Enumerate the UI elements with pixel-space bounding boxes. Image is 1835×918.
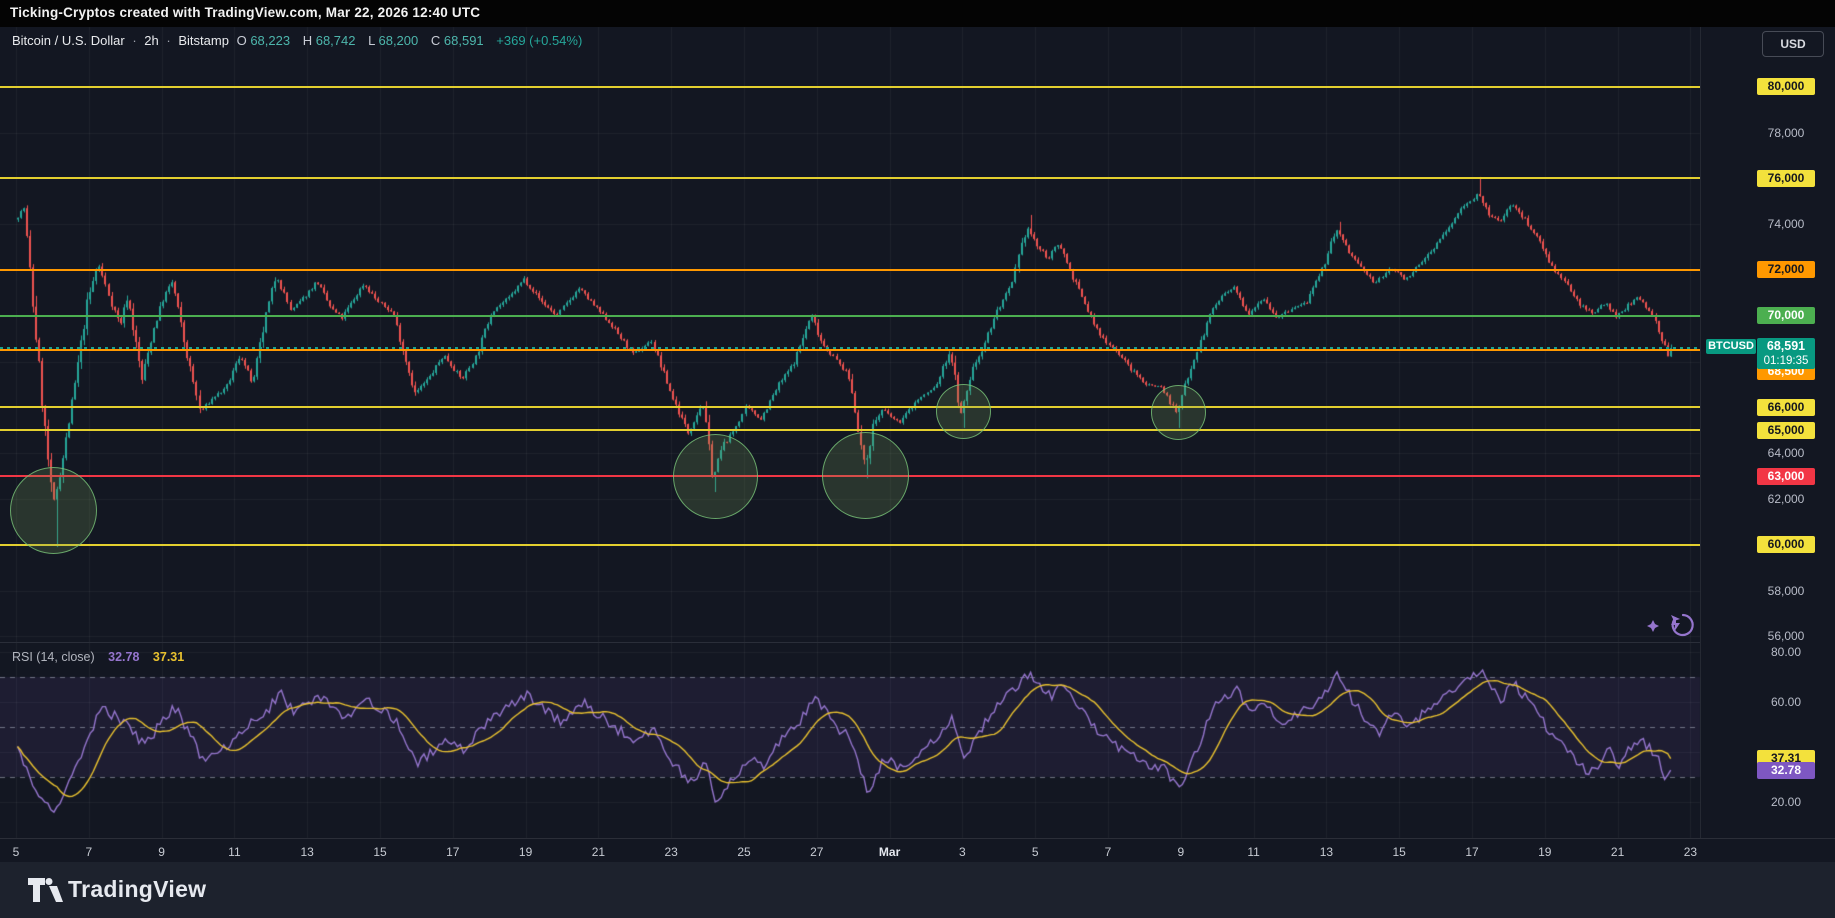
time-axis-label-15[interactable]: 15 [358, 845, 402, 859]
time-axis-label-9[interactable]: 9 [1159, 845, 1203, 859]
time-axis-label-7[interactable]: 7 [1086, 845, 1130, 859]
level-line-76000[interactable] [0, 177, 1700, 179]
level-line-60000[interactable] [0, 544, 1700, 546]
time-axis-label-13[interactable]: 13 [285, 845, 329, 859]
level-line-70000[interactable] [0, 315, 1700, 317]
price-label-63000[interactable]: 63,000 [1757, 468, 1815, 485]
time-axis-label-19[interactable]: 19 [504, 845, 548, 859]
current-price-line[interactable] [0, 347, 1700, 349]
time-axis-label-19[interactable]: 19 [1523, 845, 1567, 859]
low-label: L [368, 33, 375, 48]
price-label-66000[interactable]: 66,000 [1757, 399, 1815, 416]
symbol-legend[interactable]: Bitcoin / U.S. Dollar · 2h · Bitstamp O … [12, 33, 586, 48]
high-label: H [303, 33, 312, 48]
time-axis-label-13[interactable]: 13 [1304, 845, 1348, 859]
high-value: 68,742 [316, 33, 356, 48]
exchange-label: Bitstamp [178, 33, 229, 48]
price-axis-label-74000[interactable]: 74,000 [1757, 216, 1815, 232]
rsi-value-label: 32.78 [1757, 762, 1815, 779]
title-bar: Ticking-Cryptos created with TradingView… [0, 0, 1835, 27]
tradingview-logo-icon[interactable] [27, 877, 63, 903]
open-label: O [237, 33, 247, 48]
price-axis-border[interactable] [1700, 27, 1701, 838]
price-axis-label-62000[interactable]: 62,000 [1757, 491, 1815, 507]
time-axis-label-23[interactable]: 23 [649, 845, 693, 859]
footer-bar: TradingView [0, 862, 1835, 918]
circle-annotation-3[interactable] [822, 432, 909, 519]
price-label-80000[interactable]: 80,000 [1757, 78, 1815, 95]
time-axis-label-15[interactable]: 15 [1377, 845, 1421, 859]
price-axis-label-78000[interactable]: 78,000 [1757, 125, 1815, 141]
time-axis-label-21[interactable]: 21 [1596, 845, 1640, 859]
price-label-60000[interactable]: 60,000 [1757, 536, 1815, 553]
symbol-name[interactable]: Bitcoin / U.S. Dollar [12, 33, 125, 48]
price-axis-label-64000[interactable]: 64,000 [1757, 445, 1815, 461]
candlestick-chart-canvas[interactable] [0, 0, 1835, 918]
circle-annotation-4[interactable] [936, 384, 991, 439]
circle-annotation-5[interactable] [1151, 385, 1206, 440]
current-price-label: 68,591 01:19:35 [1757, 338, 1815, 369]
level-line-68500[interactable] [0, 349, 1700, 351]
rsi-axis-label-60[interactable]: 60.00 [1757, 694, 1815, 710]
circle-annotation-1[interactable] [10, 467, 97, 554]
price-line-symbol-tag: BTCUSD [1706, 339, 1756, 354]
time-axis-label-17[interactable]: 17 [1450, 845, 1494, 859]
change-value: +369 (+0.54%) [496, 33, 582, 48]
watermark-title: Ticking-Cryptos created with TradingView… [10, 5, 480, 20]
level-line-72000[interactable] [0, 269, 1700, 271]
bar-countdown: 01:19:35 [1757, 354, 1815, 368]
pane-separator[interactable] [0, 642, 1700, 643]
rsi-ma-value: 37.31 [153, 650, 184, 664]
auto-refresh-icon[interactable] [1645, 608, 1695, 642]
time-axis-label-3[interactable]: 3 [940, 845, 984, 859]
tradingview-brand-text[interactable]: TradingView [68, 876, 206, 903]
price-label-70000[interactable]: 70,000 [1757, 307, 1815, 324]
close-label: C [431, 33, 440, 48]
interval-label[interactable]: 2h [144, 33, 158, 48]
rsi-axis-label-20[interactable]: 20.00 [1757, 794, 1815, 810]
price-axis-label-56000[interactable]: 56,000 [1757, 628, 1815, 644]
currency-toggle-button[interactable]: USD [1762, 31, 1824, 57]
rsi-legend[interactable]: RSI (14, close) 32.78 37.31 [12, 650, 188, 664]
circle-annotation-2[interactable] [673, 434, 758, 519]
time-axis-label-23[interactable]: 23 [1668, 845, 1712, 859]
time-axis-label-5[interactable]: 5 [0, 845, 38, 859]
rsi-axis-label-80[interactable]: 80.00 [1757, 644, 1815, 660]
time-axis-label-5[interactable]: 5 [1013, 845, 1057, 859]
time-axis-label-7[interactable]: 7 [67, 845, 111, 859]
level-line-80000[interactable] [0, 86, 1700, 88]
time-axis-label-Mar[interactable]: Mar [868, 845, 912, 859]
time-axis-label-17[interactable]: 17 [431, 845, 475, 859]
current-price-value: 68,591 [1757, 338, 1815, 354]
price-label-65000[interactable]: 65,000 [1757, 422, 1815, 439]
level-line-66000[interactable] [0, 406, 1700, 408]
time-axis-label-11[interactable]: 11 [1232, 845, 1276, 859]
low-value: 68,200 [378, 33, 418, 48]
time-axis-label-9[interactable]: 9 [140, 845, 184, 859]
time-axis-label-21[interactable]: 21 [576, 845, 620, 859]
time-axis-label-25[interactable]: 25 [722, 845, 766, 859]
rsi-title[interactable]: RSI (14, close) [12, 650, 95, 664]
tradingview-chart-window: Ticking-Cryptos created with TradingView… [0, 0, 1835, 918]
time-axis-label-27[interactable]: 27 [795, 845, 839, 859]
time-axis-label-11[interactable]: 11 [212, 845, 256, 859]
time-axis-border[interactable] [0, 838, 1835, 839]
price-label-76000[interactable]: 76,000 [1757, 170, 1815, 187]
close-value: 68,591 [444, 33, 484, 48]
rsi-value: 32.78 [108, 650, 139, 664]
price-label-72000[interactable]: 72,000 [1757, 261, 1815, 278]
level-line-65000[interactable] [0, 429, 1700, 431]
price-axis-label-58000[interactable]: 58,000 [1757, 583, 1815, 599]
open-value: 68,223 [250, 33, 290, 48]
